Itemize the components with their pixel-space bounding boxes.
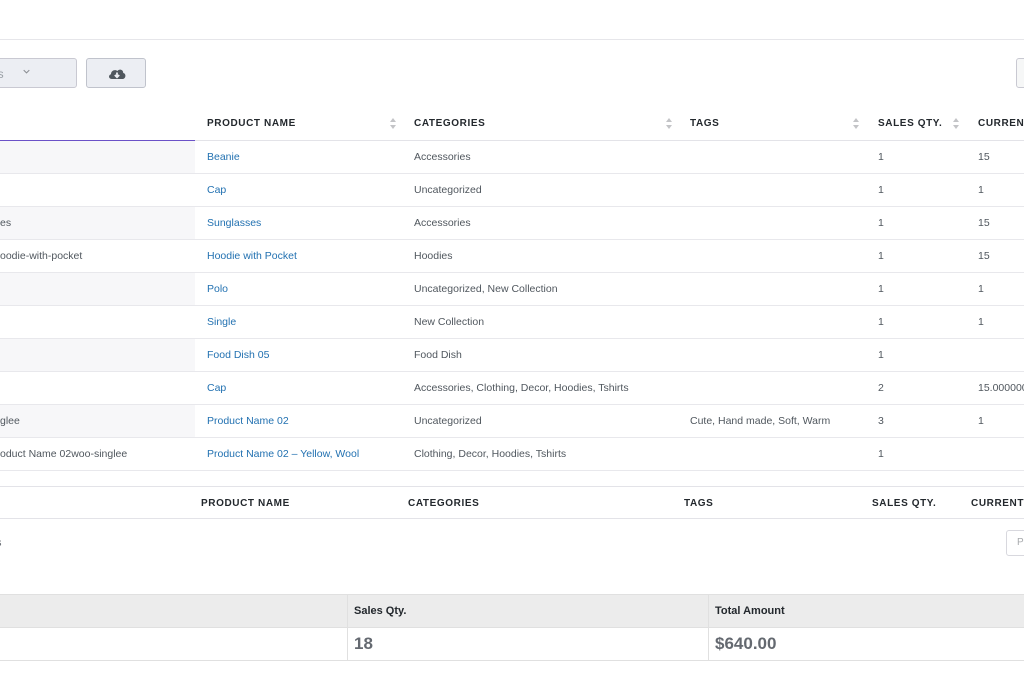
header-sales-qty[interactable]: SALES QTY. <box>878 106 942 141</box>
product-link[interactable]: Cap <box>207 174 226 206</box>
header-tags[interactable]: TAGS <box>690 106 719 141</box>
cell-sales-qty: 3 <box>878 415 884 427</box>
table-footer: PRODUCT NAME CATEGORIES TAGS SALES QTY. … <box>0 486 1024 519</box>
cell-slug <box>0 141 195 173</box>
cell-current: 15 <box>978 217 990 229</box>
footer-tags: TAGS <box>684 498 714 509</box>
table-row: Cap Accessories, Clothing, Decor, Hoodie… <box>0 372 1024 405</box>
product-link[interactable]: Food Dish 05 <box>207 339 269 371</box>
cell-current: 15.000000 <box>978 382 1024 394</box>
table-row: Single New Collection 1 1 <box>0 306 1024 339</box>
cell-sales-qty: 1 <box>878 184 884 196</box>
cell-current: 1 <box>978 283 984 295</box>
cloud-download-icon <box>109 69 126 79</box>
product-link[interactable]: Single <box>207 306 236 338</box>
header-product-name[interactable]: PRODUCT NAME <box>207 106 296 141</box>
summary-header-sales-qty: Sales Qty. <box>347 595 406 627</box>
summary-table: Sales Qty. Total Amount 18 $640.00 <box>0 594 1024 661</box>
columns-select[interactable]: ns <box>0 58 77 88</box>
page-input[interactable]: Pl <box>1006 530 1024 556</box>
table-row: glee Product Name 02 Uncategorized Cute,… <box>0 405 1024 438</box>
cell-sales-qty: 1 <box>878 283 884 295</box>
cell-sales-qty: 1 <box>878 349 884 361</box>
product-link[interactable]: Cap <box>207 372 226 404</box>
cell-categories: Food Dish <box>414 349 462 361</box>
chevron-down-icon <box>23 69 30 74</box>
product-link[interactable]: Product Name 02 <box>207 405 289 437</box>
cell-slug: oodie-with-pocket <box>0 240 195 272</box>
summary-header: Sales Qty. Total Amount <box>0 594 1024 628</box>
cell-slug: oduct Name 02woo-singlee <box>0 438 195 470</box>
table-row: Food Dish 05 Food Dish 1 <box>0 339 1024 372</box>
cell-categories: New Collection <box>414 316 485 328</box>
sort-icon[interactable] <box>952 117 960 130</box>
top-bar <box>0 0 1024 40</box>
cell-categories: Uncategorized <box>414 415 482 427</box>
footer-current: CURRENT S <box>971 498 1024 509</box>
download-button[interactable] <box>86 58 146 88</box>
cell-slug: glee <box>0 405 195 437</box>
cell-current: 1 <box>978 184 984 196</box>
footer-sales-qty: SALES QTY. <box>872 498 937 509</box>
right-action-button[interactable] <box>1016 58 1024 88</box>
header-current[interactable]: CURRENT <box>978 106 1024 141</box>
cell-categories: Uncategorized, New Collection <box>414 283 558 295</box>
cell-categories: Uncategorized <box>414 184 482 196</box>
table-row: Beanie Accessories 1 15 <box>0 141 1024 174</box>
summary-header-total-amount: Total Amount <box>708 595 785 627</box>
table-row: es Sunglasses Accessories 1 15 <box>0 207 1024 240</box>
cell-categories: Accessories <box>414 151 471 163</box>
table-row: Cap Uncategorized 1 1 <box>0 174 1024 207</box>
summary-total-amount-value: $640.00 <box>708 628 776 660</box>
cell-slug <box>0 174 195 206</box>
product-link[interactable]: Beanie <box>207 141 240 173</box>
sort-icon[interactable] <box>389 117 397 130</box>
products-table: PRODUCT NAME CATEGORIES TAGS SALES QTY. … <box>0 106 1024 471</box>
cell-categories: Clothing, Decor, Hoodies, Tshirts <box>414 448 567 460</box>
table-row: Polo Uncategorized, New Collection 1 1 <box>0 273 1024 306</box>
columns-select-label: ns <box>0 67 4 81</box>
product-link[interactable]: Hoodie with Pocket <box>207 240 297 272</box>
product-link[interactable]: Sunglasses <box>207 207 261 239</box>
cell-sales-qty: 1 <box>878 448 884 460</box>
sort-icon[interactable] <box>665 117 673 130</box>
cell-sales-qty: 1 <box>878 151 884 163</box>
cell-tags: Cute, Hand made, Soft, Warm <box>690 415 831 427</box>
product-link[interactable]: Polo <box>207 273 228 305</box>
product-link[interactable]: Product Name 02 – Yellow, Wool <box>207 438 359 470</box>
sort-icon[interactable] <box>852 117 860 130</box>
cell-current: 15 <box>978 250 990 262</box>
cell-slug <box>0 306 195 338</box>
cell-categories: Accessories <box>414 217 471 229</box>
table-row: oodie-with-pocket Hoodie with Pocket Hoo… <box>0 240 1024 273</box>
cell-categories: Hoodies <box>414 250 453 262</box>
cell-slug: es <box>0 207 195 239</box>
cell-slug <box>0 273 195 305</box>
footer-product-name: PRODUCT NAME <box>201 498 290 509</box>
table-info: s <box>0 537 2 549</box>
cell-current: 1 <box>978 316 984 328</box>
cell-slug <box>0 339 195 371</box>
summary-values: 18 $640.00 <box>0 628 1024 661</box>
cell-sales-qty: 1 <box>878 250 884 262</box>
cell-categories: Accessories, Clothing, Decor, Hoodies, T… <box>414 382 629 394</box>
cell-sales-qty: 1 <box>878 316 884 328</box>
cell-current: 1 <box>978 415 984 427</box>
footer-categories: CATEGORIES <box>408 498 480 509</box>
cell-current: 15 <box>978 151 990 163</box>
summary-sales-qty-value: 18 <box>347 628 373 660</box>
table-header: PRODUCT NAME CATEGORIES TAGS SALES QTY. … <box>0 106 1024 141</box>
cell-sales-qty: 2 <box>878 382 884 394</box>
cell-sales-qty: 1 <box>878 217 884 229</box>
header-categories[interactable]: CATEGORIES <box>414 106 485 141</box>
table-row: oduct Name 02woo-singlee Product Name 02… <box>0 438 1024 471</box>
cell-slug <box>0 372 195 404</box>
